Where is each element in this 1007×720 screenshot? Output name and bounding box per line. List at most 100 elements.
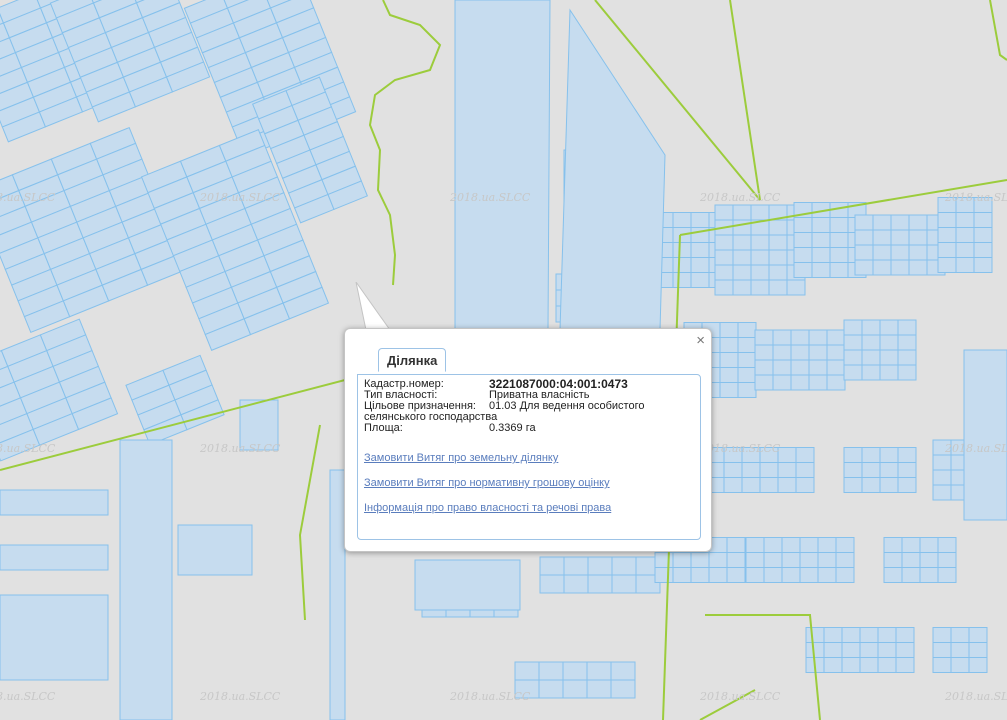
parcel xyxy=(723,477,743,493)
parcel xyxy=(843,364,863,381)
parcel xyxy=(745,552,765,568)
parcel xyxy=(726,567,746,583)
field-boundary xyxy=(705,614,821,720)
parcel-popup: × Ділянка Кадастр.номер: 3221087000:04:0… xyxy=(344,328,712,552)
parcel-block xyxy=(745,537,855,583)
parcel xyxy=(777,447,797,463)
parcel xyxy=(586,661,612,681)
parcel xyxy=(719,337,739,353)
parcel xyxy=(805,627,825,643)
parcel xyxy=(883,537,903,553)
parcel xyxy=(781,537,801,553)
parcel xyxy=(879,349,899,366)
parcel xyxy=(587,556,613,576)
parcel xyxy=(690,212,710,228)
parcel xyxy=(714,279,734,296)
order-extract-link[interactable]: Замовити Витяг про земельну ділянку xyxy=(364,452,694,464)
parcel-block xyxy=(539,556,661,594)
parcel xyxy=(754,329,774,346)
parcel xyxy=(879,364,899,381)
parcel xyxy=(454,0,551,331)
parcel xyxy=(690,552,710,568)
parcel xyxy=(890,259,910,276)
tab-parcel[interactable]: Ділянка xyxy=(378,348,447,372)
parcel xyxy=(0,489,109,516)
parcel xyxy=(799,537,819,553)
parcel-block xyxy=(805,627,915,673)
parcel xyxy=(897,319,917,336)
parcel xyxy=(672,567,692,583)
parcel xyxy=(937,567,957,583)
order-valuation-link[interactable]: Замовити Витяг про нормативну грошову оц… xyxy=(364,477,694,489)
parcel xyxy=(835,552,855,568)
popup-links: Замовити Витяг про земельну ділянку Замо… xyxy=(364,452,694,514)
parcel xyxy=(723,462,743,478)
parcel xyxy=(829,262,849,278)
parcel xyxy=(772,374,792,391)
parcel xyxy=(563,574,589,594)
parcel xyxy=(719,322,739,338)
parcel xyxy=(895,627,915,643)
parcel xyxy=(672,552,692,568)
parcel xyxy=(539,556,565,576)
parcel xyxy=(732,234,752,251)
parcel xyxy=(559,8,666,331)
parcel xyxy=(754,344,774,361)
parcel xyxy=(672,272,692,288)
purpose-value: 01.03 Для ведення особистого xyxy=(489,400,645,412)
parcel xyxy=(768,249,788,266)
parcel xyxy=(843,462,863,478)
parcel xyxy=(872,259,892,276)
parcel xyxy=(901,537,921,553)
parcel xyxy=(897,334,917,351)
parcel xyxy=(737,322,757,338)
parcel xyxy=(897,477,917,493)
parcel xyxy=(823,642,843,658)
parcel xyxy=(932,454,952,471)
parcel xyxy=(768,234,788,251)
parcel xyxy=(562,661,588,681)
parcel xyxy=(890,229,910,246)
parcel xyxy=(745,537,765,553)
parcel xyxy=(879,477,899,493)
parcel xyxy=(737,337,757,353)
watermark-text: 2018.ua.SLCC xyxy=(449,690,531,703)
parcel xyxy=(826,359,846,376)
ownership-info-link[interactable]: Інформація про право власності та речові… xyxy=(364,502,694,514)
watermark-text: 2018.ua.SLCC xyxy=(944,442,1007,455)
parcel xyxy=(835,537,855,553)
parcel xyxy=(817,537,837,553)
parcel-block xyxy=(514,661,636,699)
parcel xyxy=(119,439,173,720)
parcel xyxy=(968,642,988,658)
parcel xyxy=(919,552,939,568)
parcel xyxy=(793,262,813,278)
parcel xyxy=(737,382,757,398)
watermark-text: 2018.ua.SLCC xyxy=(944,690,1007,703)
parcel xyxy=(908,259,928,276)
parcel xyxy=(586,679,612,699)
parcel xyxy=(786,279,806,296)
parcel xyxy=(861,319,881,336)
parcel xyxy=(826,374,846,391)
parcel xyxy=(672,257,692,273)
field-label: Площа: xyxy=(364,422,403,434)
parcel xyxy=(877,642,897,658)
parcel xyxy=(414,559,521,611)
parcel xyxy=(811,262,831,278)
parcel xyxy=(793,247,813,263)
parcel xyxy=(781,552,801,568)
close-icon[interactable]: × xyxy=(696,333,705,349)
parcel xyxy=(968,627,988,643)
parcel xyxy=(859,657,879,673)
parcel xyxy=(732,279,752,296)
area-value: 0.3369 га xyxy=(489,422,536,434)
parcel xyxy=(937,242,957,258)
parcel xyxy=(726,552,746,568)
parcel xyxy=(841,627,861,643)
parcel xyxy=(854,229,874,246)
parcel xyxy=(763,552,783,568)
watermark-text: 2018.ua.SLCC xyxy=(199,690,281,703)
parcel xyxy=(895,657,915,673)
parcel xyxy=(741,477,761,493)
